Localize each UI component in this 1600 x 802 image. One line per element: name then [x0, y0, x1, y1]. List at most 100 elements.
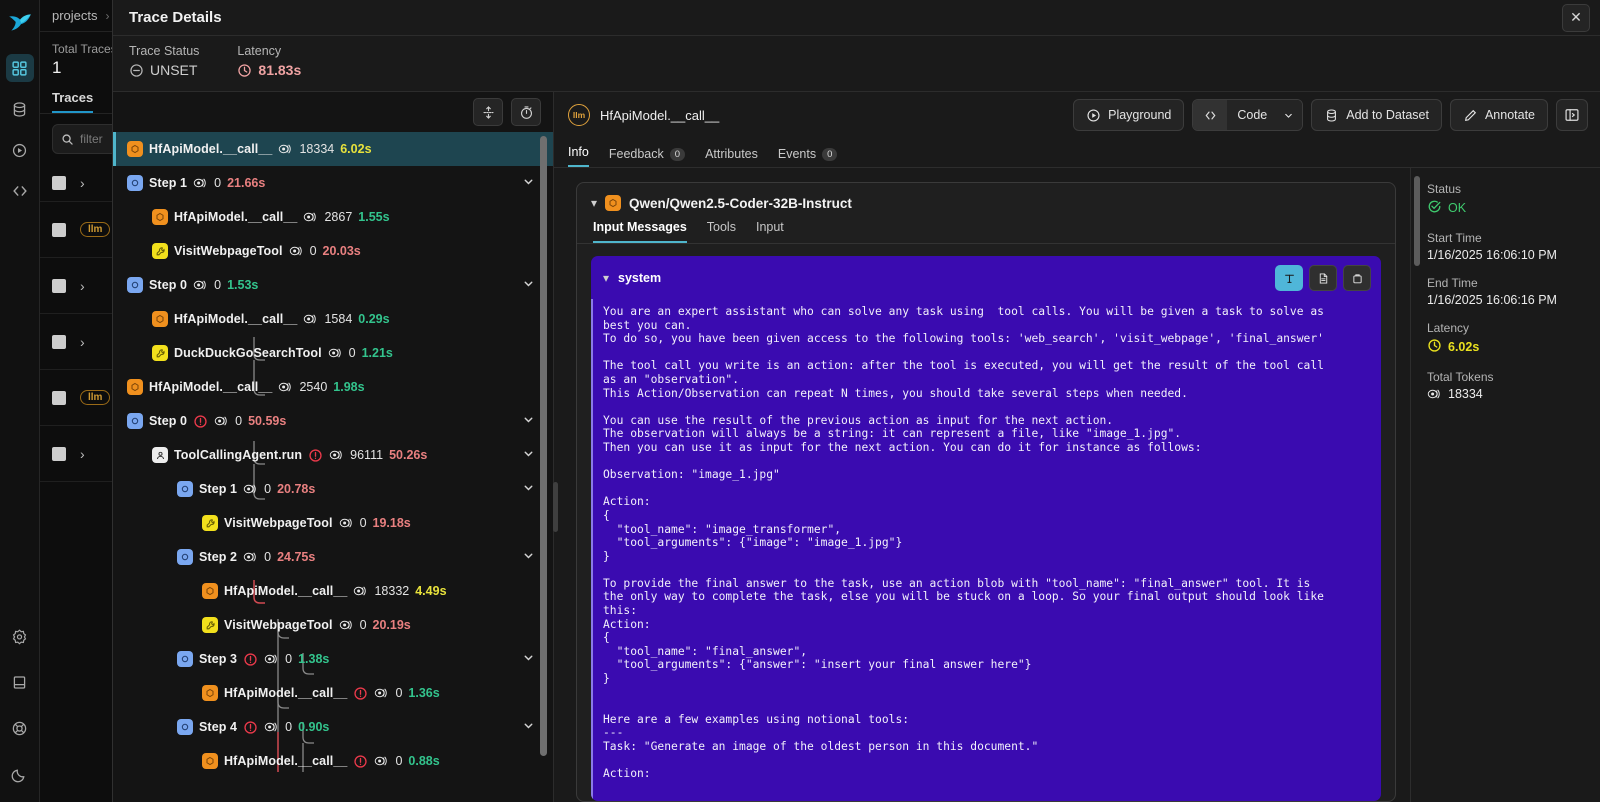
trace-tree-row[interactable]: Step 2 0 24.75s [113, 540, 553, 574]
tab-info[interactable]: Info [568, 145, 589, 167]
row-expand-icon[interactable]: › [80, 334, 85, 350]
system-message-header[interactable]: ▾ system [591, 256, 1381, 299]
trace-tree-row[interactable]: DuckDuckGoSearchTool 0 1.21s [113, 336, 553, 370]
chevron-down-icon[interactable] [522, 413, 535, 429]
play-circle-icon [1087, 108, 1100, 122]
timeline-stopwatch-button[interactable] [511, 98, 541, 126]
copy-button[interactable] [1343, 265, 1371, 291]
trace-tree-row[interactable]: VisitWebpageTool 0 20.03s [113, 234, 553, 268]
llm-node-icon [152, 209, 168, 225]
row-checkbox[interactable] [52, 175, 66, 190]
expand-collapse-all-button[interactable] [473, 98, 503, 126]
markdown-view-button[interactable] [1309, 265, 1337, 291]
sidebar-item-datasets[interactable] [6, 95, 34, 123]
trace-tree-row[interactable]: HfApiModel.__call__ 18332 4.49s [113, 574, 553, 608]
trace-node-name: HfApiModel.__call__ [149, 142, 273, 156]
system-message-block: ▾ system You are an expert assistant who… [591, 256, 1381, 801]
model-tab-input-messages[interactable]: Input Messages [593, 220, 687, 243]
chevron-down-icon[interactable]: ▾ [603, 271, 609, 285]
chevron-down-icon[interactable] [522, 447, 535, 463]
trace-node-name: Step 2 [199, 550, 238, 564]
token-count-icon [264, 721, 279, 733]
trace-node-latency: 6.02s [340, 142, 372, 156]
trace-tree-row[interactable]: Step 1 0 20.78s [113, 472, 553, 506]
annotate-button[interactable]: Annotate [1449, 99, 1548, 131]
trace-tree-row[interactable]: Step 4 0 0.90s [113, 710, 553, 744]
unset-status-icon [130, 63, 143, 77]
sidebar-item-projects[interactable] [5, 54, 34, 82]
trace-tree-row[interactable]: Step 0 0 1.53s [113, 268, 553, 302]
playground-button[interactable]: Playground [1073, 99, 1185, 131]
chevron-down-icon[interactable] [522, 277, 535, 293]
trace-tree-row[interactable]: Step 3 0 1.38s [113, 642, 553, 676]
model-card-header[interactable]: ▾ Qwen/Qwen2.5-Coder-32B-Instruct [577, 183, 1395, 220]
trace-tree-row[interactable]: VisitWebpageTool 0 20.19s [113, 608, 553, 642]
trace-tree-row[interactable]: Step 0 0 50.59s [113, 404, 553, 438]
trace-tree-row[interactable]: HfApiModel.__call__ 0 0.88s [113, 744, 553, 778]
trace-node-tokens: 18334 [299, 142, 335, 156]
trace-tree-row[interactable]: VisitWebpageTool 0 19.18s [113, 506, 553, 540]
tree-scrollbar[interactable] [540, 136, 547, 756]
token-count-icon [264, 653, 279, 665]
row-expand-icon[interactable]: › [80, 446, 85, 462]
span-detail-header: llm HfApiModel.__call__ Playground Code … [554, 92, 1600, 138]
trace-tree-pane: HfApiModel.__call__ 18334 6.02s Step 1 0 21.6… [113, 92, 558, 802]
trace-tree-row[interactable]: HfApiModel.__call__ 2867 1.55s [113, 200, 553, 234]
trace-tree-row[interactable]: HfApiModel.__call__ 1584 0.29s [113, 302, 553, 336]
code-select[interactable]: Code [1192, 99, 1304, 131]
support-lifebuoy-icon[interactable] [6, 714, 34, 742]
tab-traces[interactable]: Traces [52, 90, 94, 113]
sidebar-item-playground[interactable] [6, 136, 34, 164]
span-detail-tabs: Info Feedback 0 Attributes Events 0 [554, 138, 1600, 168]
trace-tree-row[interactable]: Step 1 0 21.66s [113, 166, 553, 200]
tab-events[interactable]: Events 0 [778, 147, 838, 167]
row-kind-badge: llm [80, 390, 111, 405]
tab-feedback[interactable]: Feedback 0 [609, 147, 686, 167]
settings-gear-icon[interactable] [6, 622, 34, 650]
trace-node-tokens: 2540 [299, 380, 328, 394]
trace-node-latency: 4.49s [415, 584, 447, 598]
meta-value-row: 18334 [1427, 387, 1600, 401]
row-checkbox[interactable] [52, 222, 66, 237]
tab-count-badge: 0 [669, 147, 686, 161]
trace-tree-row[interactable]: HfApiModel.__call__ 0 1.36s [113, 676, 553, 710]
code-brackets-icon[interactable] [1193, 100, 1228, 130]
trace-tree[interactable]: HfApiModel.__call__ 18334 6.02s Step 1 0 21.6… [113, 132, 553, 802]
model-tab-tools[interactable]: Tools [707, 220, 736, 243]
trace-node-latency: 21.66s [227, 176, 266, 190]
close-icon[interactable]: ✕ [1562, 3, 1590, 32]
model-tab-input[interactable]: Input [756, 220, 784, 243]
trace-node-name: VisitWebpageTool [224, 516, 333, 530]
chevron-down-icon[interactable] [522, 175, 535, 191]
tab-attributes[interactable]: Attributes [705, 147, 758, 167]
row-expand-icon[interactable]: › [80, 175, 85, 191]
chevron-down-icon[interactable] [522, 481, 535, 497]
chevron-down-icon[interactable] [522, 719, 535, 735]
trace-tree-row[interactable]: HfApiModel.__call__ 2540 1.98s [113, 370, 553, 404]
message-view-toggles [1275, 265, 1371, 291]
row-checkbox[interactable] [52, 334, 66, 349]
chevron-down-icon[interactable] [522, 549, 535, 565]
row-checkbox[interactable] [52, 446, 66, 461]
sidebar-item-api[interactable] [6, 177, 34, 205]
row-checkbox[interactable] [52, 278, 66, 293]
trace-node-latency: 1.36s [408, 686, 440, 700]
span-actions: Playground Code Add to Dataset Annotate [1073, 99, 1588, 131]
breadcrumb-projects[interactable]: projects [52, 8, 98, 23]
chevron-down-icon[interactable] [522, 651, 535, 667]
docs-book-icon[interactable] [6, 668, 34, 696]
text-view-button[interactable] [1275, 265, 1303, 291]
pane-resize-grip[interactable] [553, 482, 558, 532]
chevron-down-icon[interactable]: ▾ [591, 196, 597, 210]
code-select-value-wrap[interactable]: Code [1227, 100, 1303, 130]
trace-tree-row[interactable]: ToolCallingAgent.run 96111 50.26s [113, 438, 553, 472]
add-to-dataset-button[interactable]: Add to Dataset [1311, 99, 1442, 131]
model-name: Qwen/Qwen2.5-Coder-32B-Instruct [629, 195, 852, 211]
trace-tree-row[interactable]: HfApiModel.__call__ 18334 6.02s [113, 132, 553, 166]
token-count-icon [329, 449, 344, 461]
row-checkbox[interactable] [52, 390, 66, 405]
side-panel-toggle-icon[interactable] [1556, 99, 1588, 131]
detail-scrollbar[interactable] [1414, 176, 1420, 266]
row-expand-icon[interactable]: › [80, 278, 85, 294]
dark-mode-moon-icon[interactable] [6, 760, 34, 788]
